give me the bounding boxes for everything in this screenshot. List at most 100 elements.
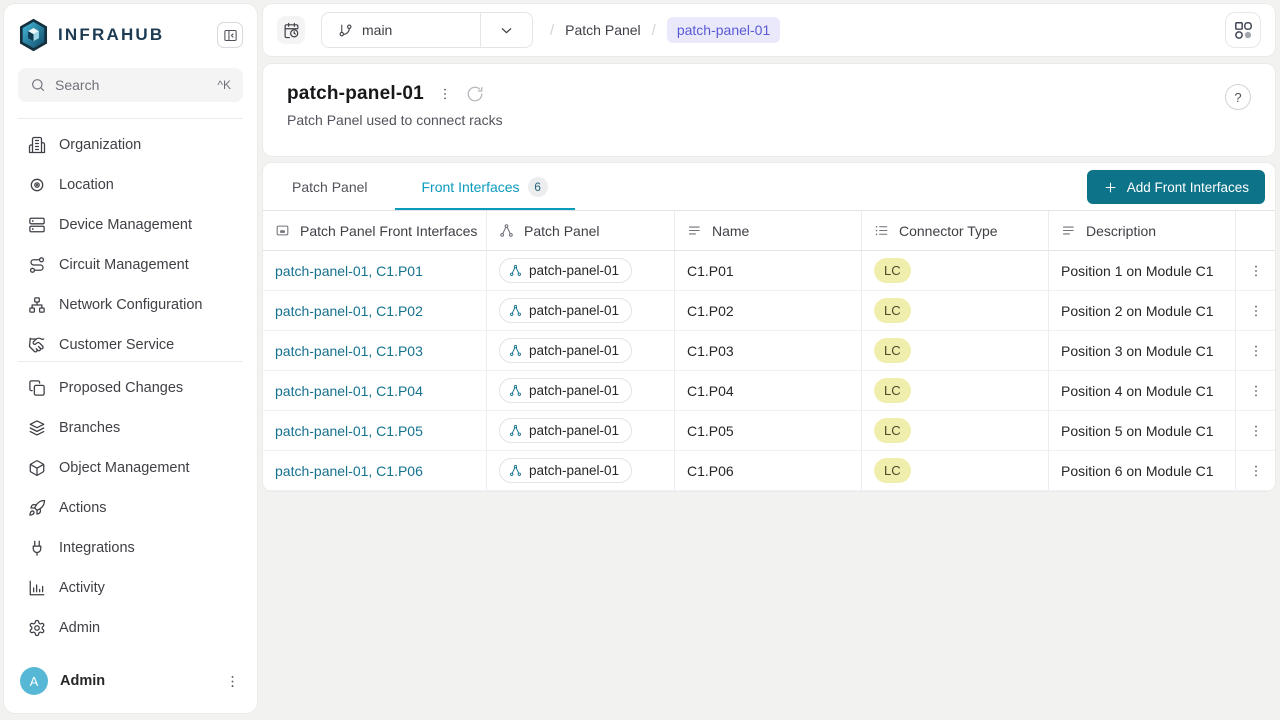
row-link[interactable]: patch-panel-01, C1.P02 xyxy=(275,303,423,319)
breadcrumb-parent[interactable]: Patch Panel xyxy=(565,22,641,38)
cell-connector-type: LC xyxy=(862,331,1049,371)
column-header-patch-panel-front-interfaces[interactable]: Patch Panel Front Interfaces xyxy=(263,211,487,251)
user-menu-button[interactable] xyxy=(224,673,241,690)
add-button-label: Add Front Interfaces xyxy=(1127,180,1249,195)
sidebar-item-location[interactable]: Location xyxy=(18,165,243,205)
kebab-icon xyxy=(224,673,241,690)
connector-type-badge: LC xyxy=(874,378,911,403)
cell-name: C1.P04 xyxy=(675,371,862,411)
refresh-icon xyxy=(466,85,484,103)
sidebar-item-network-configuration[interactable]: Network Configuration xyxy=(18,285,243,325)
row-link[interactable]: patch-panel-01, C1.P03 xyxy=(275,343,423,359)
sidebar-item-label: Organization xyxy=(59,137,141,153)
search-icon xyxy=(30,77,46,93)
cell-display-label: patch-panel-01, C1.P04 xyxy=(263,371,487,411)
sidebar-item-activity[interactable]: Activity xyxy=(18,568,243,608)
time-travel-button[interactable] xyxy=(277,16,305,44)
patch-panel-chip[interactable]: patch-panel-01 xyxy=(499,418,632,443)
branch-selector-value[interactable]: main xyxy=(322,13,480,47)
sidebar-item-actions[interactable]: Actions xyxy=(18,488,243,528)
row-link[interactable]: patch-panel-01, C1.P01 xyxy=(275,263,423,279)
tab-patch-panel[interactable]: Patch Panel xyxy=(265,163,395,210)
cell-patch-panel: patch-panel-01 xyxy=(487,331,675,371)
kebab-icon xyxy=(1248,263,1264,279)
content-card: Patch Panel Front Interfaces 6 Add Front… xyxy=(262,162,1276,492)
object-menu-button[interactable] xyxy=(437,86,453,102)
tasks-button[interactable] xyxy=(1225,12,1261,48)
patch-panel-chip[interactable]: patch-panel-01 xyxy=(499,338,632,363)
branch-selector[interactable]: main xyxy=(321,12,533,48)
patch-panel-chip[interactable]: patch-panel-01 xyxy=(499,298,632,323)
row-menu-button[interactable] xyxy=(1248,263,1264,279)
cell-connector-type: LC xyxy=(862,251,1049,291)
user-row[interactable]: A Admin xyxy=(18,659,243,703)
patch-panel-chip[interactable]: patch-panel-01 xyxy=(499,378,632,403)
apps-icon xyxy=(1233,20,1254,41)
sidebar-item-label: Activity xyxy=(59,580,105,596)
breadcrumb-current[interactable]: patch-panel-01 xyxy=(667,17,780,43)
add-front-interfaces-button[interactable]: Add Front Interfaces xyxy=(1087,170,1265,204)
object-header: patch-panel-01 Patch Panel used to conne… xyxy=(262,63,1276,157)
sidebar-collapse-button[interactable] xyxy=(217,22,243,48)
search-input[interactable]: Search ^K xyxy=(18,68,243,102)
row-link[interactable]: patch-panel-01, C1.P05 xyxy=(275,423,423,439)
sidebar-item-label: Object Management xyxy=(59,460,190,476)
sidebar-item-label: Network Configuration xyxy=(59,297,202,313)
sidebar-item-label: Location xyxy=(59,177,114,193)
sidebar-item-organization[interactable]: Organization xyxy=(18,125,243,165)
kebab-icon xyxy=(1248,463,1264,479)
sidebar-item-label: Circuit Management xyxy=(59,257,189,273)
cell-patch-panel: patch-panel-01 xyxy=(487,451,675,491)
branch-selector-toggle[interactable] xyxy=(480,13,532,47)
sidebar-item-label: Customer Service xyxy=(59,337,174,353)
row-link[interactable]: patch-panel-01, C1.P04 xyxy=(275,383,423,399)
avatar: A xyxy=(20,667,48,695)
tab-front-interfaces[interactable]: Front Interfaces 6 xyxy=(395,163,575,210)
help-button[interactable]: ? xyxy=(1225,84,1251,110)
sidebar-item-customer-service[interactable]: Customer Service xyxy=(18,325,243,361)
sidebar-item-admin[interactable]: Admin xyxy=(18,608,243,648)
calendar-clock-icon xyxy=(283,22,300,39)
text-icon xyxy=(687,223,702,238)
page-title: patch-panel-01 xyxy=(287,83,424,105)
sidebar-item-proposed-changes[interactable]: Proposed Changes xyxy=(18,368,243,408)
kebab-icon xyxy=(1248,303,1264,319)
cell-name: C1.P05 xyxy=(675,411,862,451)
infrahub-logo-icon xyxy=(18,18,49,52)
sidebar-item-integrations[interactable]: Integrations xyxy=(18,528,243,568)
sidebar-item-device-management[interactable]: Device Management xyxy=(18,205,243,245)
sidebar-item-label: Device Management xyxy=(59,217,192,233)
hierarchy-icon xyxy=(509,384,522,397)
row-menu-button[interactable] xyxy=(1248,423,1264,439)
tabs-row: Patch Panel Front Interfaces 6 Add Front… xyxy=(263,163,1275,211)
search-shortcut: ^K xyxy=(217,78,231,92)
row-menu-button[interactable] xyxy=(1248,463,1264,479)
column-header-connector-type[interactable]: Connector Type xyxy=(862,211,1049,251)
column-header-name[interactable]: Name xyxy=(675,211,862,251)
row-link[interactable]: patch-panel-01, C1.P06 xyxy=(275,463,423,479)
patch-panel-chip[interactable]: patch-panel-01 xyxy=(499,258,632,283)
cell-description: Position 4 on Module C1 xyxy=(1049,371,1236,411)
row-menu-button[interactable] xyxy=(1248,343,1264,359)
sidebar-item-branches[interactable]: Branches xyxy=(18,408,243,448)
front-interfaces-table: Patch Panel Front Interfaces Patch Panel… xyxy=(263,211,1275,491)
refresh-button[interactable] xyxy=(466,85,484,103)
sidebar-item-object-management[interactable]: Object Management xyxy=(18,448,243,488)
hierarchy-icon xyxy=(509,264,522,277)
sidebar-item-label: Branches xyxy=(59,420,120,436)
patch-panel-chip[interactable]: patch-panel-01 xyxy=(499,458,632,483)
building-icon xyxy=(28,136,46,154)
sidebar-nav-primary: Organization Location Device Management … xyxy=(18,125,243,361)
column-header-patch-panel[interactable]: Patch Panel xyxy=(487,211,675,251)
column-header-description[interactable]: Description xyxy=(1049,211,1236,251)
column-header-actions xyxy=(1236,211,1275,251)
search-placeholder: Search xyxy=(55,77,208,93)
sidebar-item-circuit-management[interactable]: Circuit Management xyxy=(18,245,243,285)
sidebar-item-label: Actions xyxy=(59,500,107,516)
connector-type-badge: LC xyxy=(874,418,911,443)
row-menu-button[interactable] xyxy=(1248,303,1264,319)
cell-patch-panel: patch-panel-01 xyxy=(487,251,675,291)
cell-description: Position 1 on Module C1 xyxy=(1049,251,1236,291)
sidebar-item-label: Integrations xyxy=(59,540,135,556)
row-menu-button[interactable] xyxy=(1248,383,1264,399)
